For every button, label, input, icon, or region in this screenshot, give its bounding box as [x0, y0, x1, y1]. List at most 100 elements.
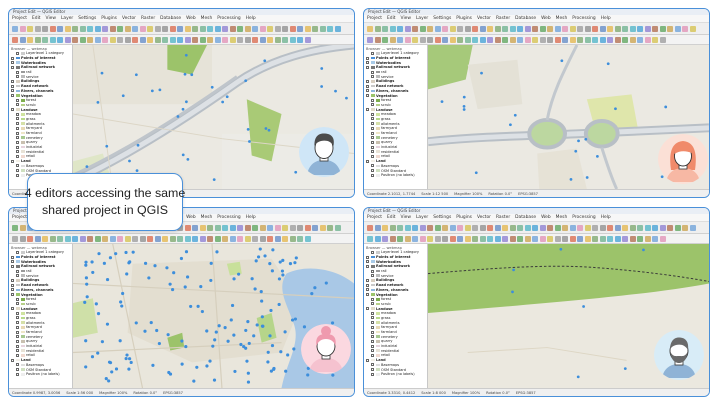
layer-visibility-checkbox[interactable] [366, 159, 369, 163]
toolbar-tool-icon[interactable] [652, 235, 658, 242]
toolbar-tool-icon[interactable] [592, 224, 598, 231]
layer-visibility-checkbox[interactable] [371, 344, 374, 348]
status-scale[interactable]: Scale 1:12 500 [421, 192, 448, 196]
poi-marker[interactable] [205, 329, 209, 333]
toolbar-tool-icon[interactable] [334, 25, 341, 32]
toolbar-tool-icon[interactable] [532, 235, 538, 242]
menu-item[interactable]: Processing [217, 215, 240, 220]
toolbar-tool-icon[interactable] [524, 235, 531, 242]
poi-marker[interactable] [150, 89, 154, 93]
toolbar-tool-icon[interactable] [207, 235, 213, 242]
toolbar-tool-icon[interactable] [282, 25, 288, 32]
poi-marker[interactable] [217, 324, 221, 328]
poi-marker[interactable] [183, 285, 187, 289]
layer-visibility-checkbox[interactable] [16, 70, 19, 74]
poi-marker[interactable] [85, 295, 89, 299]
poi-marker[interactable] [180, 339, 184, 343]
menu-item[interactable]: View [401, 215, 411, 220]
poi-marker[interactable] [474, 171, 478, 175]
layer-tree-item[interactable]: Positron (no labels) [366, 173, 425, 178]
toolbar-tool-icon[interactable] [267, 224, 273, 231]
toolbar-tool-icon[interactable] [659, 25, 666, 32]
layer-visibility-checkbox[interactable] [11, 94, 14, 98]
poi-marker[interactable] [239, 342, 243, 347]
toolbar-tool-icon[interactable] [367, 25, 373, 32]
toolbar-tool-icon[interactable] [57, 25, 63, 32]
poi-marker[interactable] [96, 351, 100, 355]
layer-visibility-checkbox[interactable] [16, 372, 19, 376]
toolbar-tool-icon[interactable] [42, 25, 48, 32]
layer-visibility-checkbox[interactable] [16, 145, 19, 149]
poi-marker[interactable] [199, 285, 203, 289]
toolbar-tool-icon[interactable] [289, 25, 296, 32]
toolbar-tool-icon[interactable] [259, 224, 266, 231]
toolbar-tool-icon[interactable] [622, 224, 628, 231]
toolbar-tool-icon[interactable] [472, 224, 478, 231]
poi-marker[interactable] [258, 247, 262, 251]
toolbar-tool-icon[interactable] [282, 235, 288, 242]
toolbar-tool-icon[interactable] [124, 25, 131, 32]
layer-visibility-checkbox[interactable] [16, 164, 19, 168]
toolbar-tool-icon[interactable] [27, 235, 33, 242]
toolbar-tool-icon[interactable] [244, 25, 251, 32]
toolbar-tool-icon[interactable] [147, 235, 153, 242]
toolbar-tool-icon[interactable] [304, 235, 311, 242]
toolbar-tool-icon[interactable] [27, 25, 33, 32]
menu-item[interactable]: Mesh [556, 215, 568, 220]
toolbar-tool-icon[interactable] [72, 235, 78, 242]
toolbar-tool-icon[interactable] [57, 36, 63, 43]
layer-visibility-checkbox[interactable] [11, 264, 14, 268]
poi-marker[interactable] [261, 324, 265, 328]
toolbar-tool-icon[interactable] [162, 235, 168, 242]
toolbar-tool-icon[interactable] [124, 235, 131, 242]
poi-marker[interactable] [560, 59, 564, 63]
toolbar-tool-icon[interactable] [102, 36, 108, 43]
poi-marker[interactable] [320, 67, 324, 70]
layer-visibility-checkbox[interactable] [11, 56, 14, 60]
layer-visibility-checkbox[interactable] [16, 363, 19, 367]
poi-marker[interactable] [185, 100, 188, 104]
toolbar-tool-icon[interactable] [79, 36, 86, 43]
poi-marker[interactable] [143, 261, 148, 265]
toolbar-tool-icon[interactable] [554, 235, 561, 242]
layer-visibility-checkbox[interactable] [366, 84, 369, 88]
poi-marker[interactable] [260, 315, 264, 319]
layer-visibility-checkbox[interactable] [16, 269, 19, 273]
toolbar-tool-icon[interactable] [79, 235, 86, 242]
poi-marker[interactable] [614, 107, 617, 111]
toolbar-tool-icon[interactable] [404, 25, 411, 32]
toolbar-tool-icon[interactable] [479, 25, 486, 32]
toolbar-tool-icon[interactable] [449, 224, 456, 231]
poi-marker[interactable] [184, 344, 188, 349]
toolbar-tool-icon[interactable] [184, 36, 191, 43]
poi-marker[interactable] [248, 140, 251, 143]
poi-marker[interactable] [462, 108, 466, 111]
poi-marker[interactable] [229, 318, 233, 322]
toolbar-tool-icon[interactable] [214, 36, 221, 43]
menu-item[interactable]: Project [367, 215, 382, 220]
poi-marker[interactable] [246, 128, 250, 131]
toolbar-tool-icon[interactable] [312, 25, 318, 32]
layer-visibility-checkbox[interactable] [16, 330, 19, 334]
toolbar-tool-icon[interactable] [442, 224, 448, 231]
toolbar-tool-icon[interactable] [94, 36, 101, 43]
toolbar-tool-icon[interactable] [487, 235, 493, 242]
toolbar-tool-icon[interactable] [297, 36, 303, 43]
toolbar-tool-icon[interactable] [207, 224, 213, 231]
layer-visibility-checkbox[interactable] [16, 339, 19, 343]
toolbar-tool-icon[interactable] [162, 36, 168, 43]
menu-item[interactable]: Web [186, 215, 196, 220]
menu-item[interactable]: Plugins [101, 16, 117, 21]
toolbar-tool-icon[interactable] [132, 25, 138, 32]
toolbar-tool-icon[interactable] [457, 235, 463, 242]
toolbar-tool-icon[interactable] [524, 25, 531, 32]
poi-marker[interactable] [270, 344, 275, 348]
toolbar-tool-icon[interactable] [139, 36, 146, 43]
poi-marker[interactable] [189, 304, 193, 309]
status-crs[interactable]: EPSG:3857 [516, 391, 536, 395]
toolbar-tool-icon[interactable] [539, 224, 546, 231]
poi-marker[interactable] [279, 350, 283, 354]
poi-marker[interactable] [84, 339, 88, 343]
layer-visibility-checkbox[interactable] [371, 325, 374, 329]
toolbar-tool-icon[interactable] [614, 235, 621, 242]
